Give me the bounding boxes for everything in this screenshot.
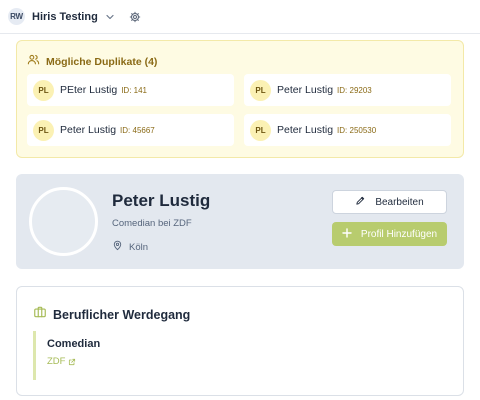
duplicate-name: Peter Lustig [60,124,117,136]
duplicates-title: Mögliche Duplikate (4) [46,56,158,68]
edit-button[interactable]: Bearbeiten [332,190,447,214]
edit-button-label: Bearbeiten [375,196,424,208]
users-icon [27,53,40,71]
avatar: PL [33,119,54,141]
duplicate-id: ID: 250530 [337,125,377,135]
location-text: Köln [129,241,149,253]
chevron-down-icon[interactable] [105,11,117,23]
duplicate-card[interactable]: PL Peter Lustig ID: 29203 [244,74,451,106]
profile-location: Köln [112,238,148,256]
duplicates-panel: Mögliche Duplikate (4) PL PEter Lustig I… [16,40,464,158]
duplicate-card[interactable]: PL Peter Lustig ID: 250530 [244,114,451,146]
duplicates-header: Mögliche Duplikate (4) [27,53,157,71]
avatar: PL [250,79,271,101]
profile-card: Peter Lustig Comedian bei ZDF Köln Bearb… [16,174,464,269]
company-name: ZDF [47,356,66,367]
duplicate-card[interactable]: PL Peter Lustig ID: 45667 [27,114,234,146]
workspace-avatar[interactable]: RW [8,8,25,25]
career-role: Comedian [47,338,101,350]
map-pin-icon [112,238,123,256]
pencil-icon [355,195,366,209]
profile-photo [29,187,98,256]
career-title: Beruflicher Werdegang [53,307,191,322]
profile-name: Peter Lustig [112,191,211,210]
career-entry: Comedian ZDF [33,331,100,380]
avatar: PL [33,79,54,101]
workspace-name[interactable]: Hiris Testing [32,11,98,23]
main-content: Mögliche Duplikate (4) PL PEter Lustig I… [0,34,480,400]
duplicate-id: ID: 45667 [120,125,155,135]
briefcase-icon [33,305,47,324]
career-card: Beruflicher Werdegang Comedian ZDF [16,286,464,396]
top-bar: RW Hiris Testing [0,0,480,34]
duplicate-card[interactable]: PL PEter Lustig ID: 141 [27,74,234,106]
add-profile-button[interactable]: Profil Hinzufügen [332,222,447,246]
company-link[interactable]: ZDF [47,356,100,367]
external-link-icon [68,358,76,366]
profile-role: Comedian bei ZDF [112,218,192,229]
duplicate-id: ID: 141 [121,85,147,95]
duplicate-name: Peter Lustig [277,124,334,136]
plus-icon [342,227,352,241]
avatar: PL [250,119,271,141]
duplicate-name: PEter Lustig [60,84,118,96]
duplicate-id: ID: 29203 [337,85,372,95]
add-profile-label: Profil Hinzufügen [360,228,438,240]
career-header: Beruflicher Werdegang [33,305,190,324]
duplicate-name: Peter Lustig [277,84,334,96]
gear-icon[interactable] [129,10,143,24]
